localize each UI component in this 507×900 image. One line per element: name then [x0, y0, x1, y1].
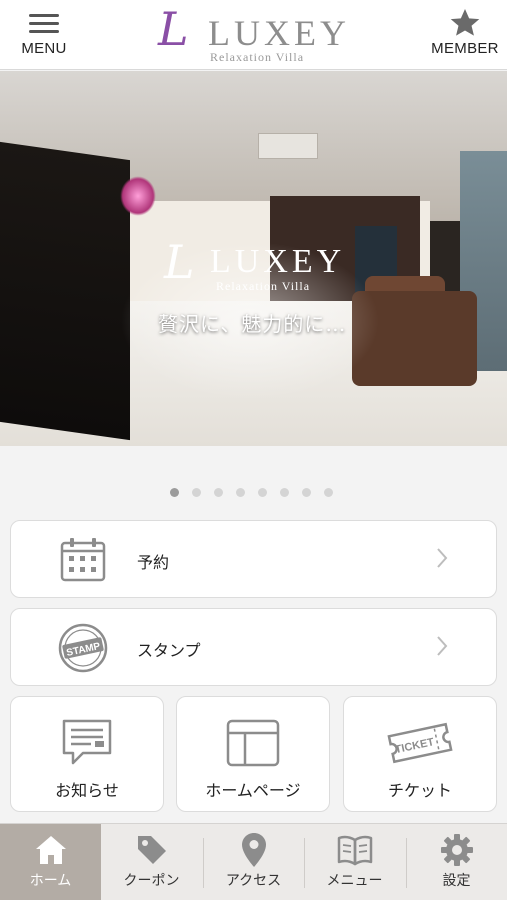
hero-ac-unit: [258, 133, 318, 159]
tab-home-label: ホーム: [29, 872, 72, 888]
ticket-tile[interactable]: TICKET チケット: [343, 696, 497, 812]
chevron-right-icon: [437, 636, 448, 656]
book-icon: [304, 824, 405, 870]
menu-label: MENU: [21, 40, 67, 57]
carousel-dots: [170, 488, 333, 497]
brand-logo[interactable]: L LUXEY Relaxation Villa: [150, 2, 360, 66]
tab-coupon-label: クーポン: [123, 872, 180, 888]
carousel-dot[interactable]: [236, 488, 245, 497]
tab-menu-label: メニュー: [326, 872, 383, 888]
member-label: MEMBER: [431, 40, 499, 57]
carousel-dot[interactable]: [192, 488, 201, 497]
member-button[interactable]: MEMBER: [425, 6, 505, 66]
hero-banner[interactable]: L LUXEY Relaxation Villa 贅沢に、魅力的に…: [0, 71, 507, 446]
hero-logo-name: LUXEY: [210, 243, 346, 280]
tab-menu[interactable]: メニュー: [304, 824, 405, 900]
tab-access-label: アクセス: [225, 872, 282, 888]
stamp-label: スタンプ: [137, 643, 201, 660]
star-icon: [425, 6, 505, 40]
reservation-label: 予約: [137, 555, 170, 572]
tab-settings[interactable]: 設定: [406, 824, 507, 900]
chevron-right-icon: [437, 548, 448, 568]
bottom-tab-bar: ホーム クーポン アクセス メニュー 設定: [0, 823, 507, 900]
carousel-dot[interactable]: [258, 488, 267, 497]
hero-logo-letter: L: [164, 235, 195, 289]
ticket-icon: TICKET: [344, 715, 496, 771]
news-icon: [11, 715, 163, 771]
tab-settings-label: 設定: [442, 872, 471, 888]
hero-logo-subtitle: Relaxation Villa: [216, 279, 311, 293]
hero-chandelier: [120, 176, 156, 216]
home-icon: [0, 824, 101, 870]
carousel-dot[interactable]: [302, 488, 311, 497]
logo-name: LUXEY: [208, 13, 350, 53]
ticket-label: チケット: [387, 783, 452, 800]
hero-left-wall: [0, 141, 130, 441]
news-label: お知らせ: [55, 783, 119, 800]
homepage-label: ホームページ: [205, 783, 301, 800]
calendar-icon: [57, 535, 109, 585]
news-tile[interactable]: お知らせ: [10, 696, 164, 812]
carousel-dot[interactable]: [214, 488, 223, 497]
menu-button[interactable]: MENU: [4, 6, 84, 66]
hero-logo: L LUXEY Relaxation Villa: [160, 235, 360, 301]
homepage-icon: [177, 715, 329, 771]
gear-icon: [406, 824, 507, 870]
stamp-icon: STAMP: [57, 623, 109, 673]
logo-subtitle: Relaxation Villa: [210, 50, 305, 64]
reservation-card[interactable]: 予約: [10, 520, 497, 598]
tab-coupon[interactable]: クーポン: [101, 824, 202, 900]
stamp-card[interactable]: STAMP スタンプ: [10, 608, 497, 686]
tab-access[interactable]: アクセス: [203, 824, 304, 900]
map-pin-icon: [203, 824, 304, 870]
coupon-tag-icon: [101, 824, 202, 870]
homepage-tile[interactable]: ホームページ: [176, 696, 330, 812]
carousel-dot[interactable]: [170, 488, 179, 497]
carousel-dot[interactable]: [324, 488, 333, 497]
carousel-dot[interactable]: [280, 488, 289, 497]
hero-catchphrase: 贅沢に、魅力的に…: [158, 312, 347, 336]
hamburger-icon: [4, 6, 84, 40]
tab-home[interactable]: ホーム: [0, 824, 101, 900]
logo-letter: L: [158, 2, 189, 56]
app-header: MENU L LUXEY Relaxation Villa MEMBER: [0, 0, 507, 70]
